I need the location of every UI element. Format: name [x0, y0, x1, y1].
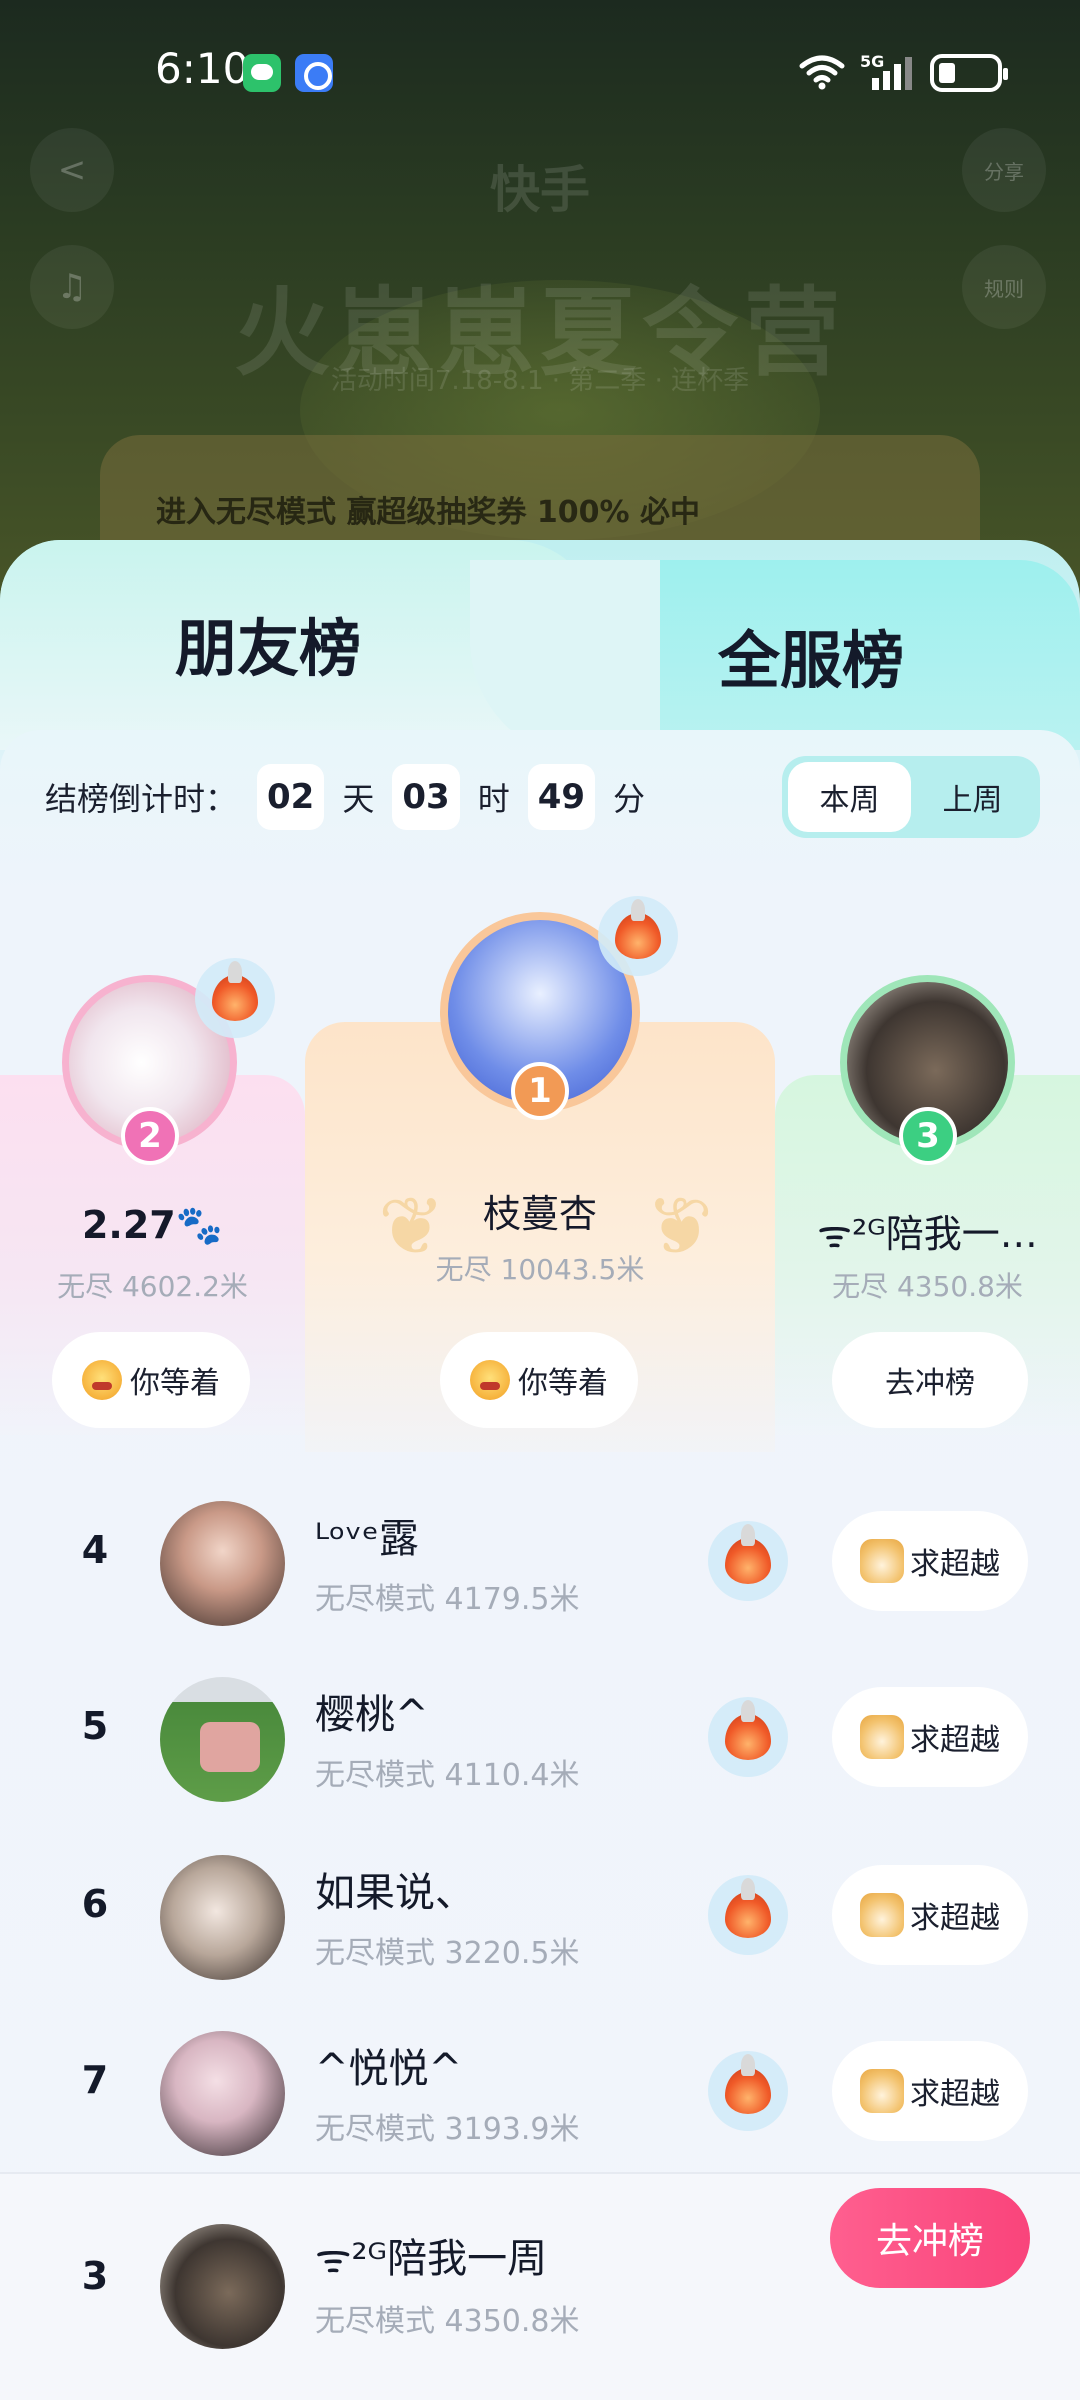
week-toggle: 本周 上周 — [782, 756, 1040, 838]
countdown-hours: 03 — [392, 764, 460, 830]
rank-number: 6 — [81, 1882, 109, 1926]
status-time: 6:10 — [155, 44, 250, 93]
avatar[interactable] — [160, 2031, 285, 2156]
podium-second-action-label: 你等着 — [130, 1366, 220, 1401]
countdown-label: 结榜倒计时： — [45, 780, 238, 818]
challenge-label: 求超越 — [910, 2077, 1000, 2112]
player-distance: 无尽模式 3193.9米 — [315, 2112, 580, 2147]
go-rank-button[interactable]: 去冲榜 — [830, 2188, 1030, 2288]
podium-first-name: 枝蔓杏 — [482, 1192, 597, 1236]
promo-prefix: 进入无尽模式 — [156, 495, 347, 530]
podium-first-action-button[interactable]: 你等着 — [440, 1332, 638, 1428]
podium-first-distance: 无尽 10043.5米 — [435, 1253, 645, 1286]
player-name: 如果说、 — [315, 1870, 475, 1916]
list-item: 7 ^悦悦^ 无尽模式 3193.9米 求超越 — [0, 2016, 1080, 2166]
rank-badge-third: 3 — [899, 1107, 957, 1165]
challenge-button[interactable]: 求超越 — [832, 1687, 1028, 1787]
avatar[interactable] — [160, 1855, 285, 1980]
podium-third-action-label: 去冲榜 — [885, 1366, 975, 1401]
promo-banner-text: 进入无尽模式 赢超级抽奖券 100% 必中 — [156, 487, 700, 531]
my-distance: 无尽模式 4350.8米 — [315, 2304, 580, 2339]
player-name: ᴸᵒᵛᵉ露 — [315, 1516, 419, 1562]
podium-second-action-button[interactable]: 你等着 — [52, 1332, 250, 1428]
player-distance: 无尽模式 3220.5米 — [315, 1936, 580, 1971]
battery-icon — [930, 54, 1008, 92]
rank-number: 5 — [81, 1704, 109, 1748]
challenge-label: 求超越 — [910, 1723, 1000, 1758]
flame-icon — [708, 1875, 788, 1955]
tab-all-server[interactable]: 全服榜 — [718, 610, 904, 700]
wechat-icon — [243, 54, 281, 92]
player-name: ^悦悦^ — [315, 2046, 463, 2092]
podium-third-distance: 无尽 4350.8米 — [832, 1270, 1023, 1303]
rank-number: 4 — [81, 1528, 109, 1572]
wifi-icon — [799, 55, 845, 90]
status-bar: 6:10 5G — [0, 0, 1080, 140]
player-name: 樱桃^ — [315, 1692, 429, 1738]
flame-icon — [708, 1697, 788, 1777]
challenge-button[interactable]: 求超越 — [832, 1865, 1028, 1965]
countdown-minutes: 49 — [527, 764, 596, 830]
countdown-days-unit: 天 — [342, 780, 375, 818]
my-avatar[interactable] — [160, 2224, 285, 2349]
my-name: ᯤ²ᴳ陪我一周 — [315, 2236, 548, 2282]
signal-icon — [872, 57, 912, 90]
rank-badge-first: 1 — [511, 1062, 569, 1120]
list-item: 4 ᴸᵒᵛᵉ露 无尽模式 4179.5米 求超越 — [0, 1486, 1080, 1636]
doge-icon — [860, 1539, 904, 1583]
podium-third-action-button[interactable]: 去冲榜 — [832, 1332, 1028, 1428]
challenge-button[interactable]: 求超越 — [832, 2041, 1028, 2141]
brand-logo: 快手 — [490, 161, 590, 219]
list-item: 5 樱桃^ 无尽模式 4110.4米 求超越 — [0, 1662, 1080, 1812]
flame-icon — [708, 1521, 788, 1601]
doge-icon — [860, 1893, 904, 1937]
podium-second-name: 2.27🐾 — [81, 1203, 224, 1247]
doge-icon — [860, 2069, 904, 2113]
promo-bold: 赢超级抽奖券 100% 必中 — [346, 495, 701, 530]
countdown-days: 02 — [257, 764, 325, 830]
countdown-hours-unit: 时 — [477, 780, 510, 818]
challenge-label: 求超越 — [910, 1901, 1000, 1936]
angry-face-icon — [470, 1360, 510, 1400]
rank-number: 7 — [81, 2058, 109, 2102]
flame-icon — [708, 2051, 788, 2131]
podium-first-action-label: 你等着 — [518, 1366, 608, 1401]
rank-badge-second: 2 — [121, 1107, 179, 1165]
event-subtitle: 活动时间7.18-8.1 · 第二季 · 连杯季 — [330, 366, 750, 396]
challenge-label: 求超越 — [910, 1547, 1000, 1582]
avatar[interactable] — [160, 1501, 285, 1626]
player-distance: 无尽模式 4179.5米 — [315, 1582, 580, 1617]
podium-second-distance: 无尽 4602.2米 — [57, 1270, 248, 1303]
this-week-button[interactable]: 本周 — [788, 762, 911, 832]
doge-icon — [860, 1715, 904, 1759]
flame-icon — [195, 958, 275, 1038]
tab-friends[interactable]: 朋友榜 — [175, 598, 361, 688]
challenge-button[interactable]: 求超越 — [832, 1511, 1028, 1611]
angry-face-icon — [82, 1360, 122, 1400]
countdown: 结榜倒计时： 02 天 03 时 49 分 — [45, 762, 663, 832]
assistant-icon — [295, 54, 333, 92]
player-distance: 无尽模式 4110.4米 — [315, 1758, 580, 1793]
avatar[interactable] — [160, 1677, 285, 1802]
last-week-button[interactable]: 上周 — [911, 762, 1034, 832]
my-rank-number: 3 — [81, 2254, 109, 2298]
countdown-minutes-unit: 分 — [613, 780, 646, 818]
podium-third-name: ᯤ²ᴳ陪我一… — [817, 1212, 1038, 1256]
flame-icon — [598, 896, 678, 976]
list-item: 6 如果说、 无尽模式 3220.5米 求超越 — [0, 1840, 1080, 1990]
